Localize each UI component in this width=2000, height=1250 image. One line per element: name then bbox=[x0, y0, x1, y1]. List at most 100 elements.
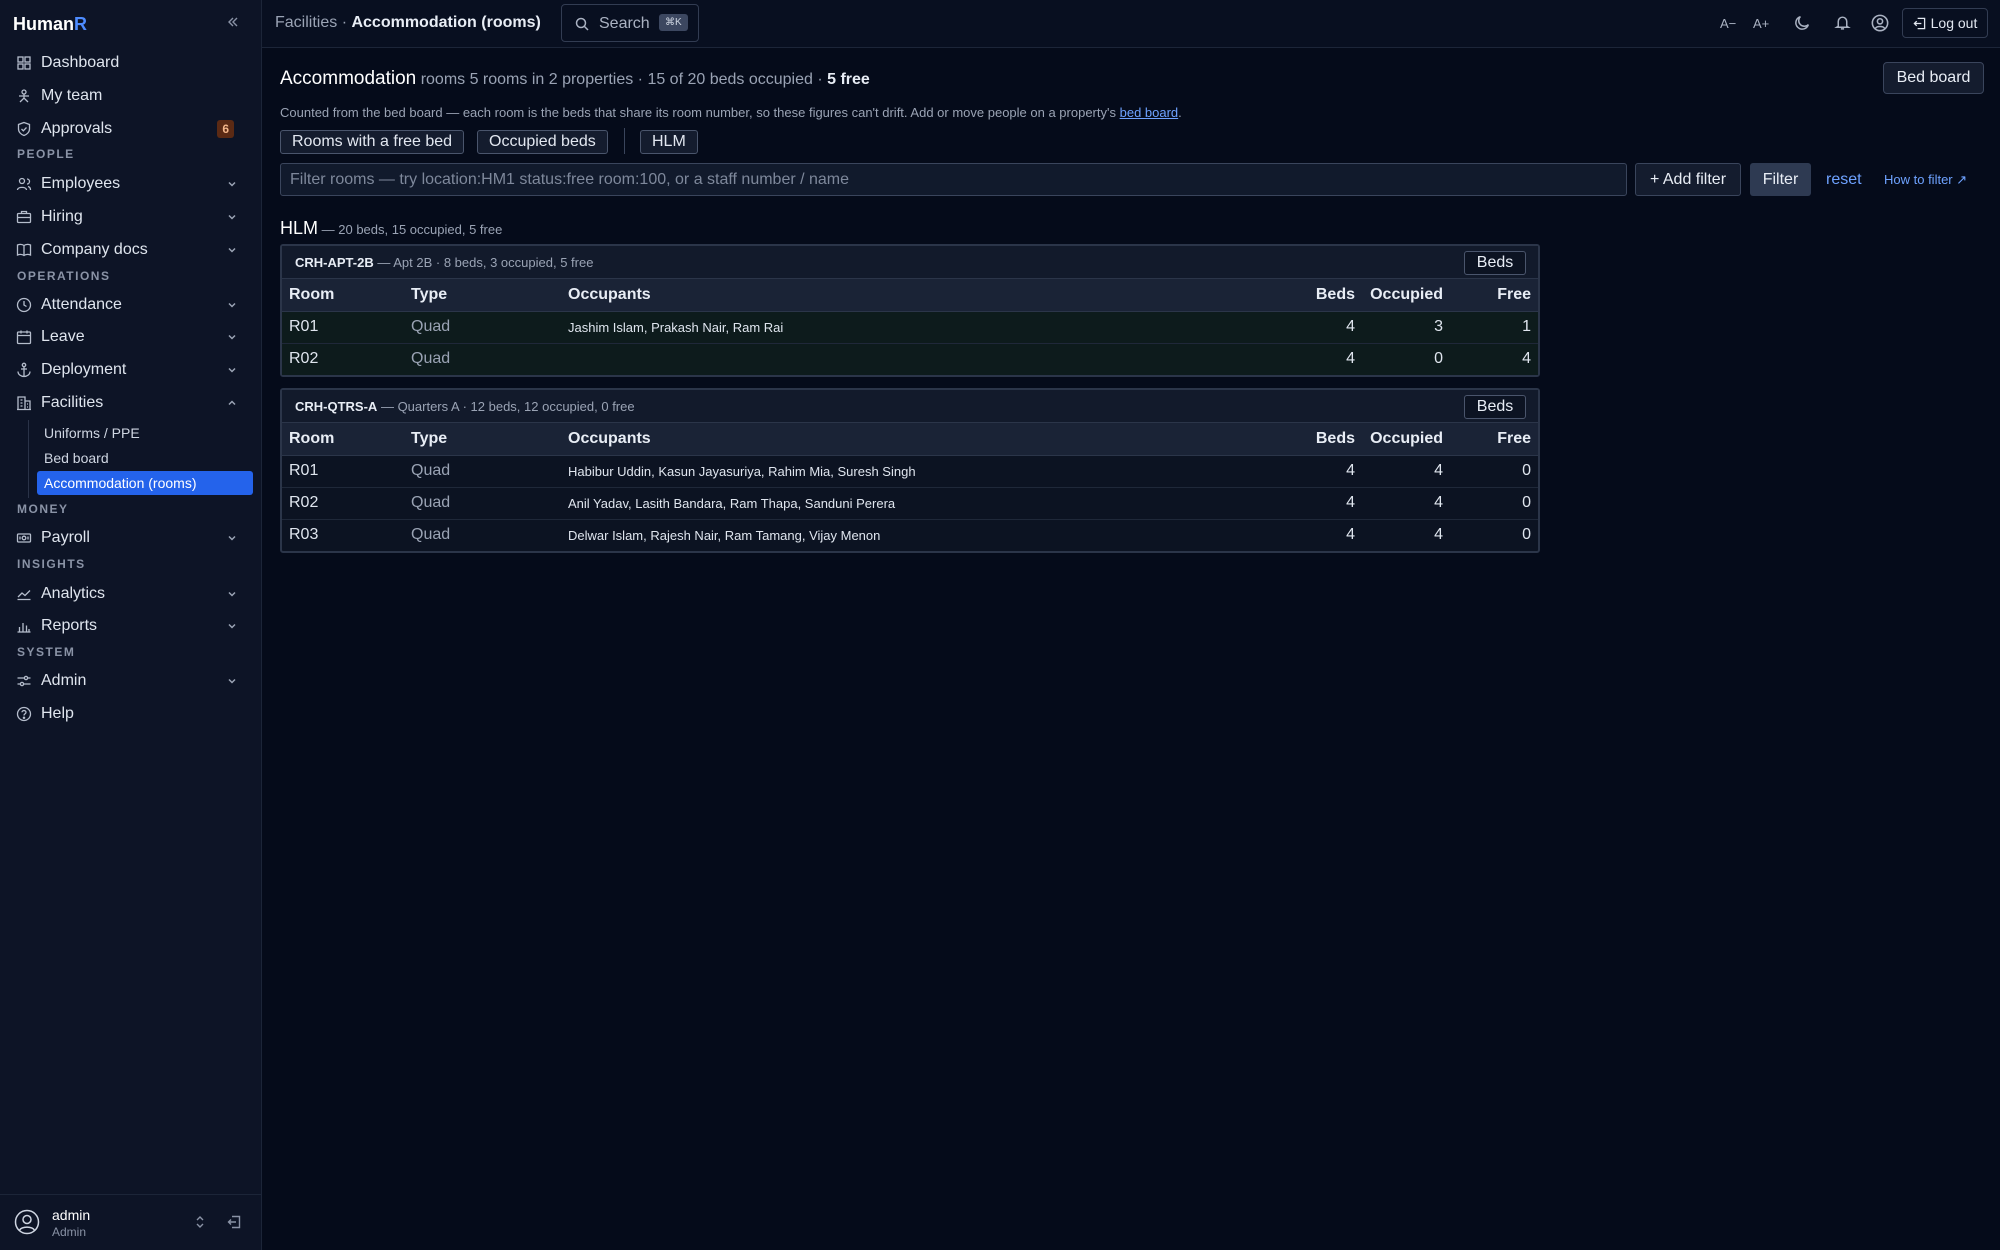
group-summary: — 20 beds, 15 occupied, 5 free bbox=[321, 222, 503, 237]
nav-employees[interactable]: Employees bbox=[16, 170, 248, 198]
occupants-cell bbox=[561, 343, 1292, 375]
free-cell: 1 bbox=[1450, 311, 1538, 344]
col-type: Type bbox=[404, 423, 561, 456]
table-row[interactable]: R01 Quad Jashim Islam, Prakash Nair, Ram… bbox=[282, 311, 1538, 344]
bed-board-link[interactable]: bed board bbox=[1120, 105, 1179, 120]
building-icon bbox=[17, 396, 31, 411]
col-beds: Beds bbox=[1292, 279, 1362, 312]
shield-check-icon bbox=[17, 121, 31, 137]
room-cell: R01 bbox=[282, 455, 404, 488]
nav-label: Attendance bbox=[41, 296, 122, 313]
nav-label: Payroll bbox=[41, 529, 90, 546]
nav-label: My team bbox=[41, 87, 103, 104]
briefcase-icon bbox=[16, 210, 32, 224]
chip-free-bed[interactable]: Rooms with a free bed bbox=[280, 130, 465, 154]
nav-help[interactable]: Help bbox=[16, 700, 248, 728]
nav-label: Hiring bbox=[41, 208, 83, 225]
app-logo[interactable]: HumanR bbox=[13, 14, 87, 35]
property-header: CRH-APT-2B — Apt 2B · 8 beds, 3 occupied… bbox=[282, 246, 1538, 279]
filter-input[interactable] bbox=[280, 163, 1627, 196]
beds-cell: 4 bbox=[1292, 487, 1362, 520]
chevron-down-icon bbox=[228, 591, 236, 597]
user-name: admin bbox=[52, 1207, 91, 1223]
nav-my-team[interactable]: My team bbox=[16, 82, 248, 110]
rooms-table: Room Type Occupants Beds Occupied Free R… bbox=[282, 423, 1538, 551]
property-summary: — Apt 2B · 8 beds, 3 occupied, 5 free bbox=[377, 255, 594, 270]
nav-label: Help bbox=[41, 705, 74, 722]
nav-analytics[interactable]: Analytics bbox=[16, 580, 248, 608]
nav-facilities[interactable]: Facilities bbox=[16, 389, 248, 417]
reset-link[interactable]: reset bbox=[1826, 171, 1862, 189]
occupants-cell: Anil Yadav, Lasith Bandara, Ram Thapa, S… bbox=[561, 487, 1292, 520]
account-circle-icon[interactable] bbox=[1871, 14, 1889, 32]
add-filter-button[interactable]: + Add filter bbox=[1635, 163, 1741, 196]
moon-icon[interactable] bbox=[1794, 14, 1811, 31]
nav-payroll[interactable]: Payroll bbox=[16, 524, 248, 552]
nav-dashboard[interactable]: Dashboard bbox=[16, 49, 248, 77]
rooms-table: Room Type Occupants Beds Occupied Free R… bbox=[282, 279, 1538, 375]
chevron-down-icon bbox=[228, 334, 236, 340]
beds-button[interactable]: Beds bbox=[1464, 395, 1526, 419]
topbar: Facilities · Accommodation (rooms) Searc… bbox=[262, 0, 2000, 48]
table-row[interactable]: R01 Quad Habibur Uddin, Kasun Jayasuriya… bbox=[282, 455, 1538, 488]
search-icon bbox=[575, 17, 589, 31]
bell-icon[interactable] bbox=[1834, 14, 1851, 31]
how-to-filter-link[interactable]: How to filter ↗ bbox=[1884, 172, 1967, 188]
logout-button[interactable]: Log out bbox=[1902, 8, 1988, 38]
table-header-row: Room Type Occupants Beds Occupied Free bbox=[282, 279, 1538, 312]
nav-reports[interactable]: Reports bbox=[16, 612, 248, 640]
chip-divider bbox=[624, 128, 625, 154]
table-row[interactable]: R02 Quad Anil Yadav, Lasith Bandara, Ram… bbox=[282, 487, 1538, 520]
occupants-cell: Habibur Uddin, Kasun Jayasuriya, Rahim M… bbox=[561, 455, 1292, 488]
table-row[interactable]: R03 Quad Delwar Islam, Rajesh Nair, Ram … bbox=[282, 519, 1538, 551]
font-decrease-button[interactable]: A− bbox=[1720, 16, 1736, 31]
help-circle-icon bbox=[16, 706, 32, 722]
nav-leave[interactable]: Leave bbox=[16, 323, 248, 351]
search-shortcut: ⌘K bbox=[659, 14, 688, 31]
sign-out-icon[interactable] bbox=[227, 1215, 241, 1229]
chip-hlm[interactable]: HLM bbox=[640, 130, 698, 154]
filter-button[interactable]: Filter bbox=[1750, 163, 1811, 196]
breadcrumb-parent[interactable]: Facilities bbox=[275, 14, 337, 31]
subnav-uniforms[interactable]: Uniforms / PPE bbox=[37, 421, 253, 445]
col-free: Free bbox=[1450, 279, 1538, 312]
nav-deployment[interactable]: Deployment bbox=[16, 356, 248, 384]
nav-hiring[interactable]: Hiring bbox=[16, 203, 248, 231]
nav-label: Company docs bbox=[41, 241, 148, 258]
chevrons-up-down-icon[interactable] bbox=[193, 1215, 207, 1229]
subnav-bed-board[interactable]: Bed board bbox=[37, 446, 253, 470]
chevron-down-icon bbox=[228, 367, 236, 373]
note-text: Counted from the bed board — each room i… bbox=[280, 105, 1116, 120]
nav-admin[interactable]: Admin bbox=[16, 667, 248, 695]
nav-approvals[interactable]: Approvals 6 bbox=[16, 115, 248, 143]
type-cell: Quad bbox=[411, 526, 451, 544]
bed-board-button[interactable]: Bed board bbox=[1883, 62, 1984, 94]
collapse-sidebar-icon[interactable] bbox=[226, 15, 240, 29]
free-cell: 0 bbox=[1522, 526, 1531, 544]
book-icon bbox=[16, 243, 32, 257]
approvals-badge: 6 bbox=[217, 120, 234, 138]
subnav-accommodation[interactable]: Accommodation (rooms) bbox=[37, 471, 253, 495]
search-button[interactable]: Search ⌘K bbox=[561, 4, 699, 42]
free-cell: 0 bbox=[1450, 455, 1538, 488]
col-beds: Beds bbox=[1292, 423, 1362, 456]
section-system: SYSTEM bbox=[17, 645, 76, 659]
nav-label: Deployment bbox=[41, 361, 127, 378]
nav-attendance[interactable]: Attendance bbox=[16, 291, 248, 319]
nav-company-docs[interactable]: Company docs bbox=[16, 236, 248, 264]
user-avatar-icon[interactable] bbox=[14, 1209, 40, 1235]
font-increase-button[interactable]: A+ bbox=[1753, 16, 1769, 31]
col-occupied: Occupied bbox=[1362, 423, 1450, 456]
info-note: Counted from the bed board — each room i… bbox=[280, 105, 1182, 120]
beds-cell: 4 bbox=[1292, 455, 1362, 488]
nav-label: Analytics bbox=[41, 585, 106, 602]
room-cell: R02 bbox=[282, 487, 404, 520]
page-summary: rooms 5 rooms in 2 properties · 15 of 20… bbox=[420, 71, 823, 88]
grid-icon bbox=[17, 56, 31, 70]
table-row[interactable]: R02 Quad 4 0 4 bbox=[282, 343, 1538, 375]
occupants-cell: Delwar Islam, Rajesh Nair, Ram Tamang, V… bbox=[568, 527, 881, 543]
chip-occupied-beds[interactable]: Occupied beds bbox=[477, 130, 608, 154]
beds-button[interactable]: Beds bbox=[1464, 251, 1526, 275]
cash-icon bbox=[16, 533, 32, 543]
nav-label: Admin bbox=[41, 672, 87, 689]
